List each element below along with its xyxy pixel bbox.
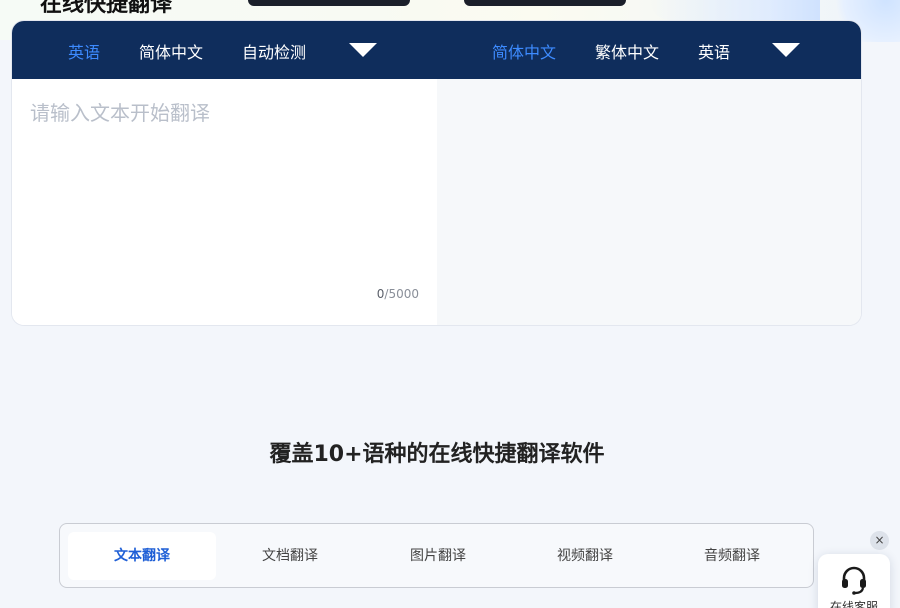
target-lang-traditional-chinese[interactable]: 繁体中文 <box>595 39 659 63</box>
section-title: 覆盖10+语种的在线快捷翻译软件 <box>269 442 605 467</box>
tab-document-translation[interactable]: 文档翻译 <box>216 532 364 580</box>
tab-video-translation[interactable]: 视频翻译 <box>511 532 659 580</box>
target-lang-dropdown-icon[interactable] <box>772 43 800 57</box>
support-close-button[interactable]: × <box>870 531 889 550</box>
source-lang-english[interactable]: 英语 <box>68 39 100 63</box>
support-label: 在线客服 <box>829 600 878 608</box>
feature-tabs: 文本翻译 文档翻译 图片翻译 视频翻译 音频翻译 <box>59 523 814 588</box>
hero-decoration <box>650 0 820 20</box>
tab-audio-translation[interactable]: 音频翻译 <box>658 532 806 580</box>
char-counter: 0/5000 <box>377 287 419 301</box>
tab-image-translation[interactable]: 图片翻译 <box>364 532 512 580</box>
char-limit: /5000 <box>384 287 419 301</box>
hero-button-1[interactable] <box>248 0 410 6</box>
source-lang-auto-detect[interactable]: 自动检测 <box>242 39 306 63</box>
hero-title: 在线快捷翻译 <box>40 0 173 17</box>
online-support-widget[interactable]: 在线客服 <box>818 554 890 608</box>
source-lang-simplified-chinese[interactable]: 简体中文 <box>139 39 203 63</box>
translation-output-pane[interactable] <box>437 79 861 325</box>
source-lang-dropdown-icon[interactable] <box>349 43 377 57</box>
tab-text-translation[interactable]: 文本翻译 <box>68 532 216 580</box>
target-lang-simplified-chinese[interactable]: 简体中文 <box>492 39 556 63</box>
hero-button-2[interactable] <box>464 0 626 6</box>
headset-icon <box>838 564 870 600</box>
language-bar: 英语 简体中文 自动检测 简体中文 繁体中文 英语 <box>12 21 861 79</box>
source-pane: 0/5000 <box>12 79 437 325</box>
source-text-input[interactable] <box>30 97 420 277</box>
target-lang-english[interactable]: 英语 <box>698 39 730 63</box>
translator-panel: 英语 简体中文 自动检测 简体中文 繁体中文 英语 0/5000 <box>12 21 861 325</box>
